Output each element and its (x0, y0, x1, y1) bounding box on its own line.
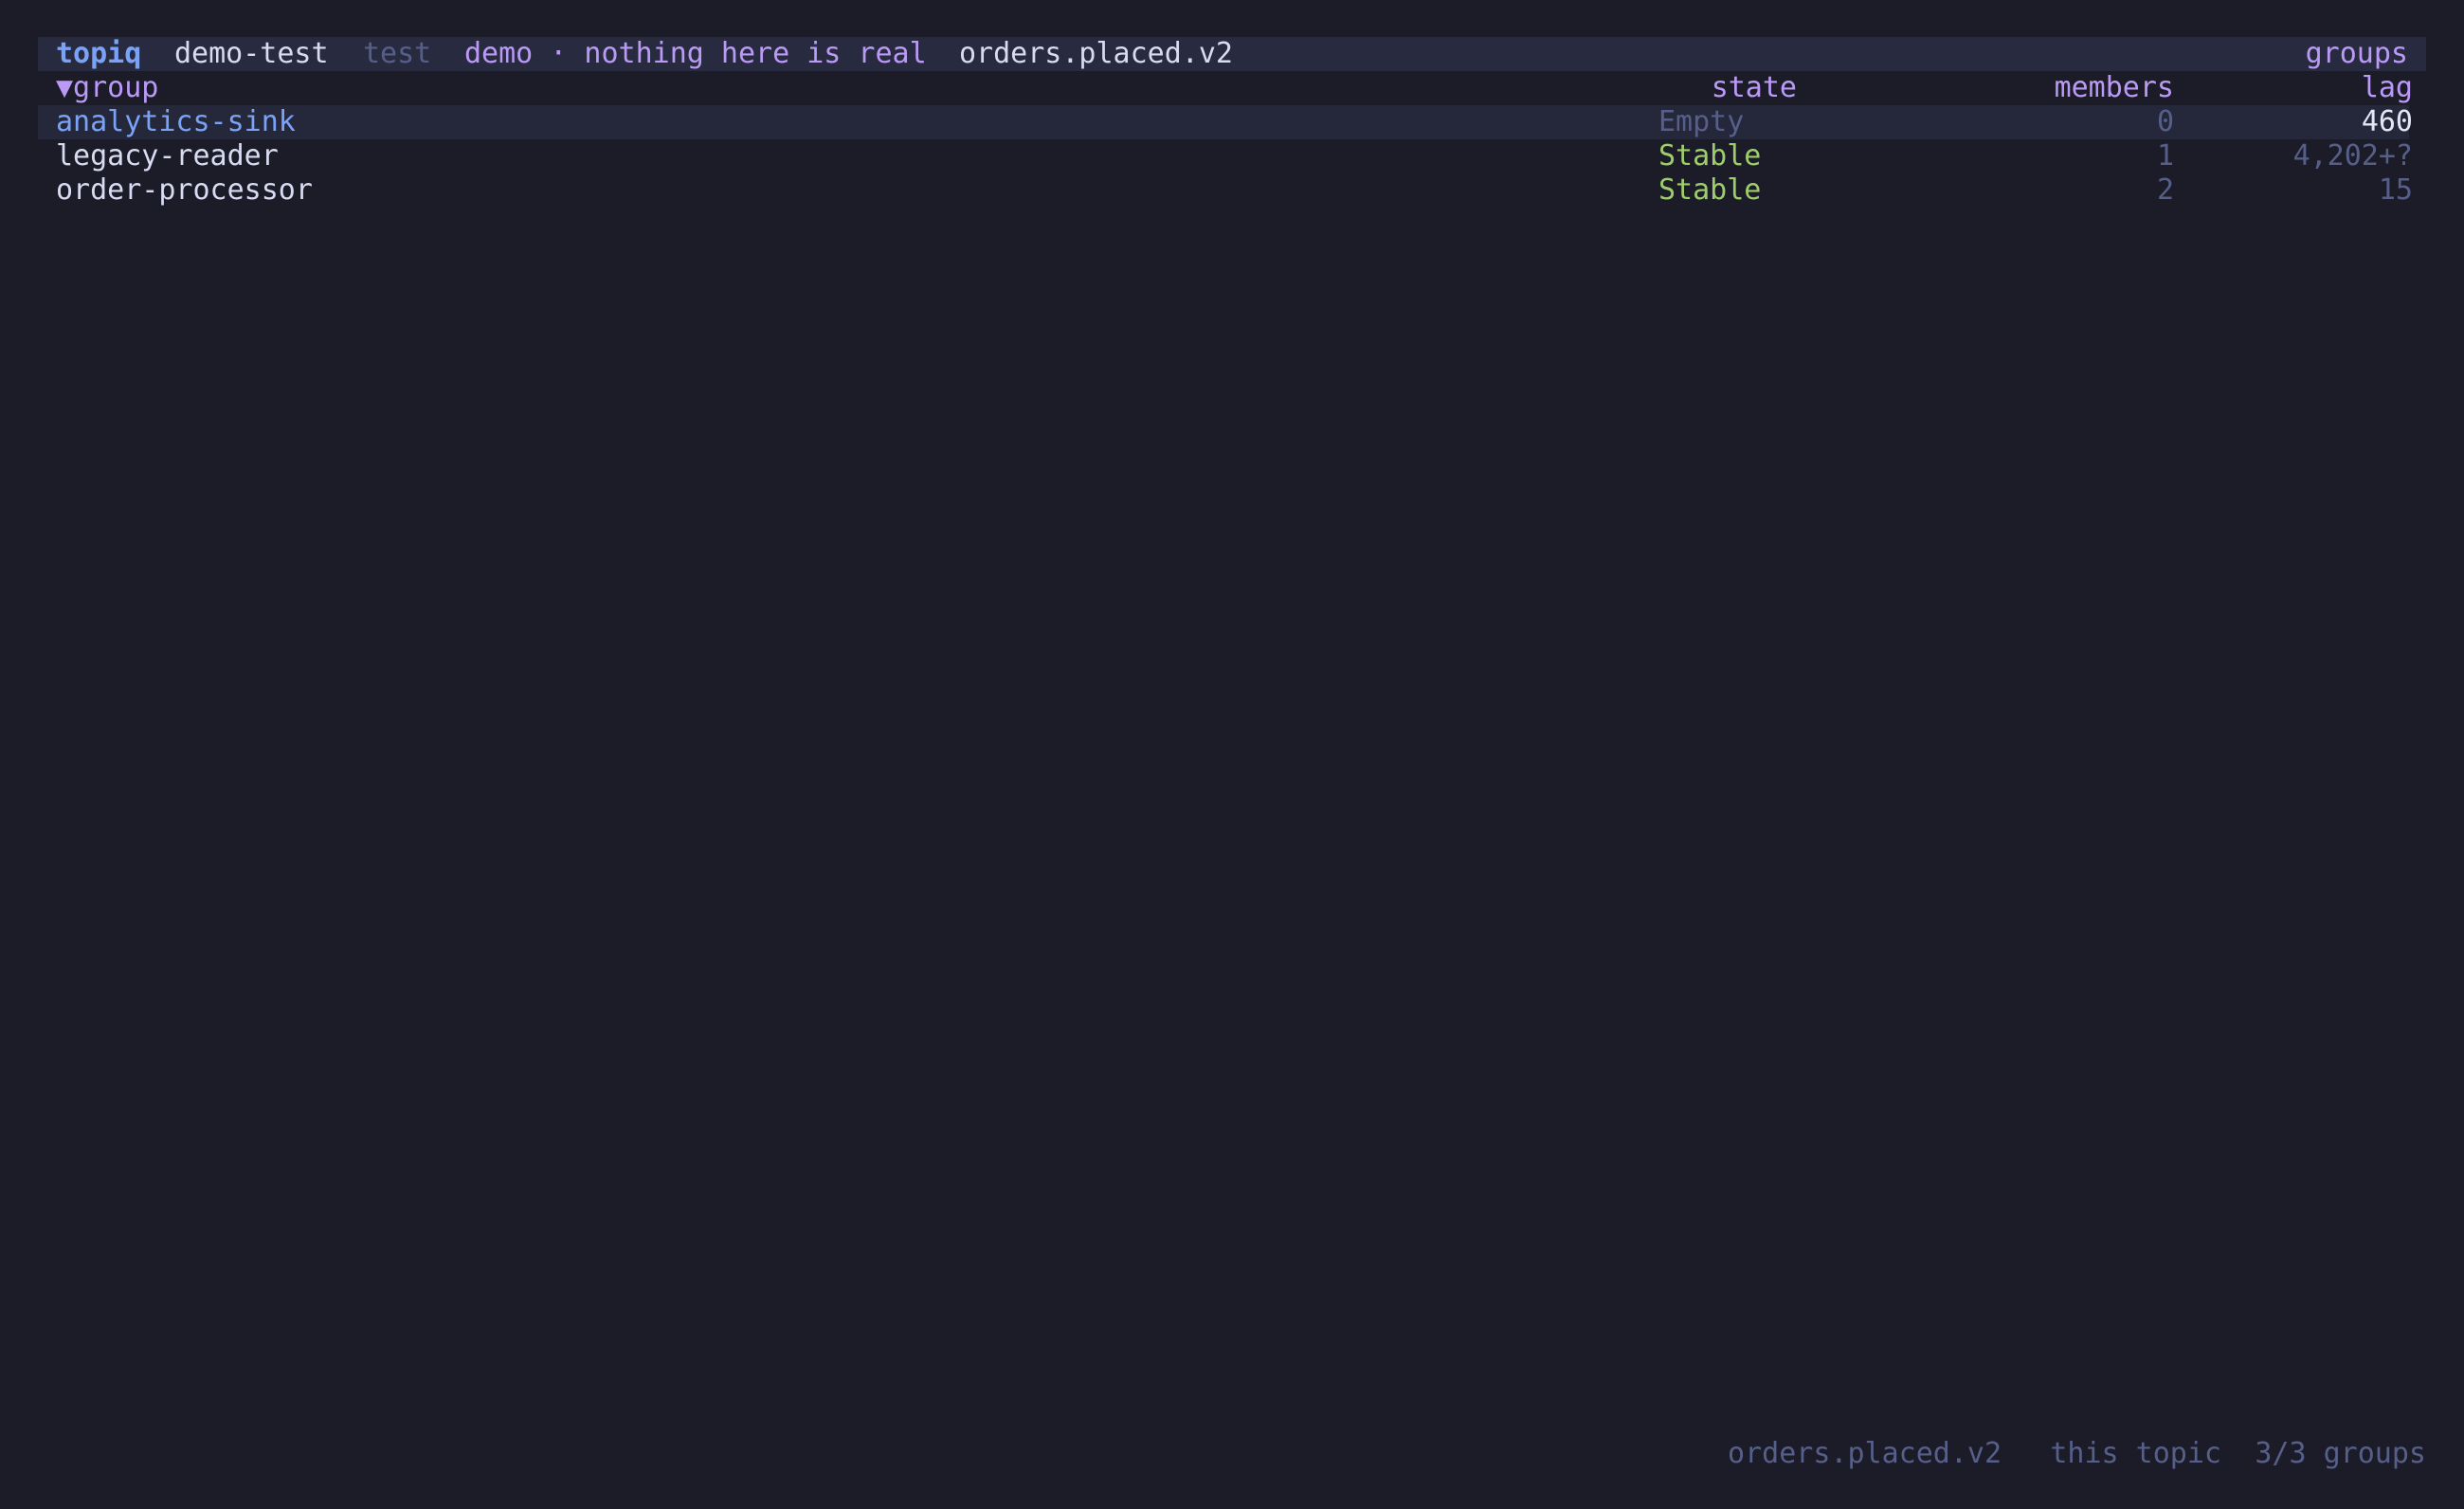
group-lag: 460 (2361, 105, 2413, 138)
group-lag: 15 (2378, 173, 2413, 207)
status-bar: orders.placed.v2 this topic 3/3 groups (1478, 1437, 2426, 1471)
group-members: 1 (2156, 139, 2174, 173)
app-name: topiq (56, 37, 142, 70)
status-scope: this topic (2050, 1437, 2221, 1470)
table-row[interactable]: legacy-reader Stable 1 4,202+? (38, 139, 2413, 173)
group-state: Stable (1658, 139, 1762, 173)
status-topic: orders.placed.v2 (1728, 1437, 2002, 1470)
table-row[interactable]: analytics-sink Empty 0 460 (38, 105, 2413, 139)
table-header: ▼group state members lag (38, 71, 2413, 105)
cluster-name[interactable]: demo-test (174, 37, 329, 71)
group-state: Empty (1658, 105, 1745, 138)
view-label: groups (2305, 37, 2408, 70)
group-name: order-processor (56, 173, 313, 207)
column-header-members[interactable]: members (1990, 71, 2174, 105)
group-state: Stable (1658, 173, 1762, 207)
group-members: 0 (2156, 105, 2174, 138)
status-group-count: 3/3 groups (2255, 1437, 2426, 1470)
column-header-lag[interactable]: lag (2180, 71, 2413, 105)
group-members: 2 (2156, 173, 2174, 207)
demo-banner: demo · nothing here is real (464, 37, 927, 70)
group-lag: 4,202+? (2292, 139, 2413, 173)
current-topic[interactable]: orders.placed.v2 (959, 37, 1233, 71)
table-row[interactable]: order-processor Stable 2 15 (38, 173, 2413, 208)
column-header-state[interactable]: state (1658, 71, 1797, 105)
top-bar: topiq demo-test test demo · nothing here… (38, 37, 2426, 71)
group-name: analytics-sink (56, 105, 296, 138)
environment-label: test (363, 37, 432, 70)
column-header-group[interactable]: ▼group (56, 71, 158, 105)
group-name: legacy-reader (56, 139, 279, 173)
